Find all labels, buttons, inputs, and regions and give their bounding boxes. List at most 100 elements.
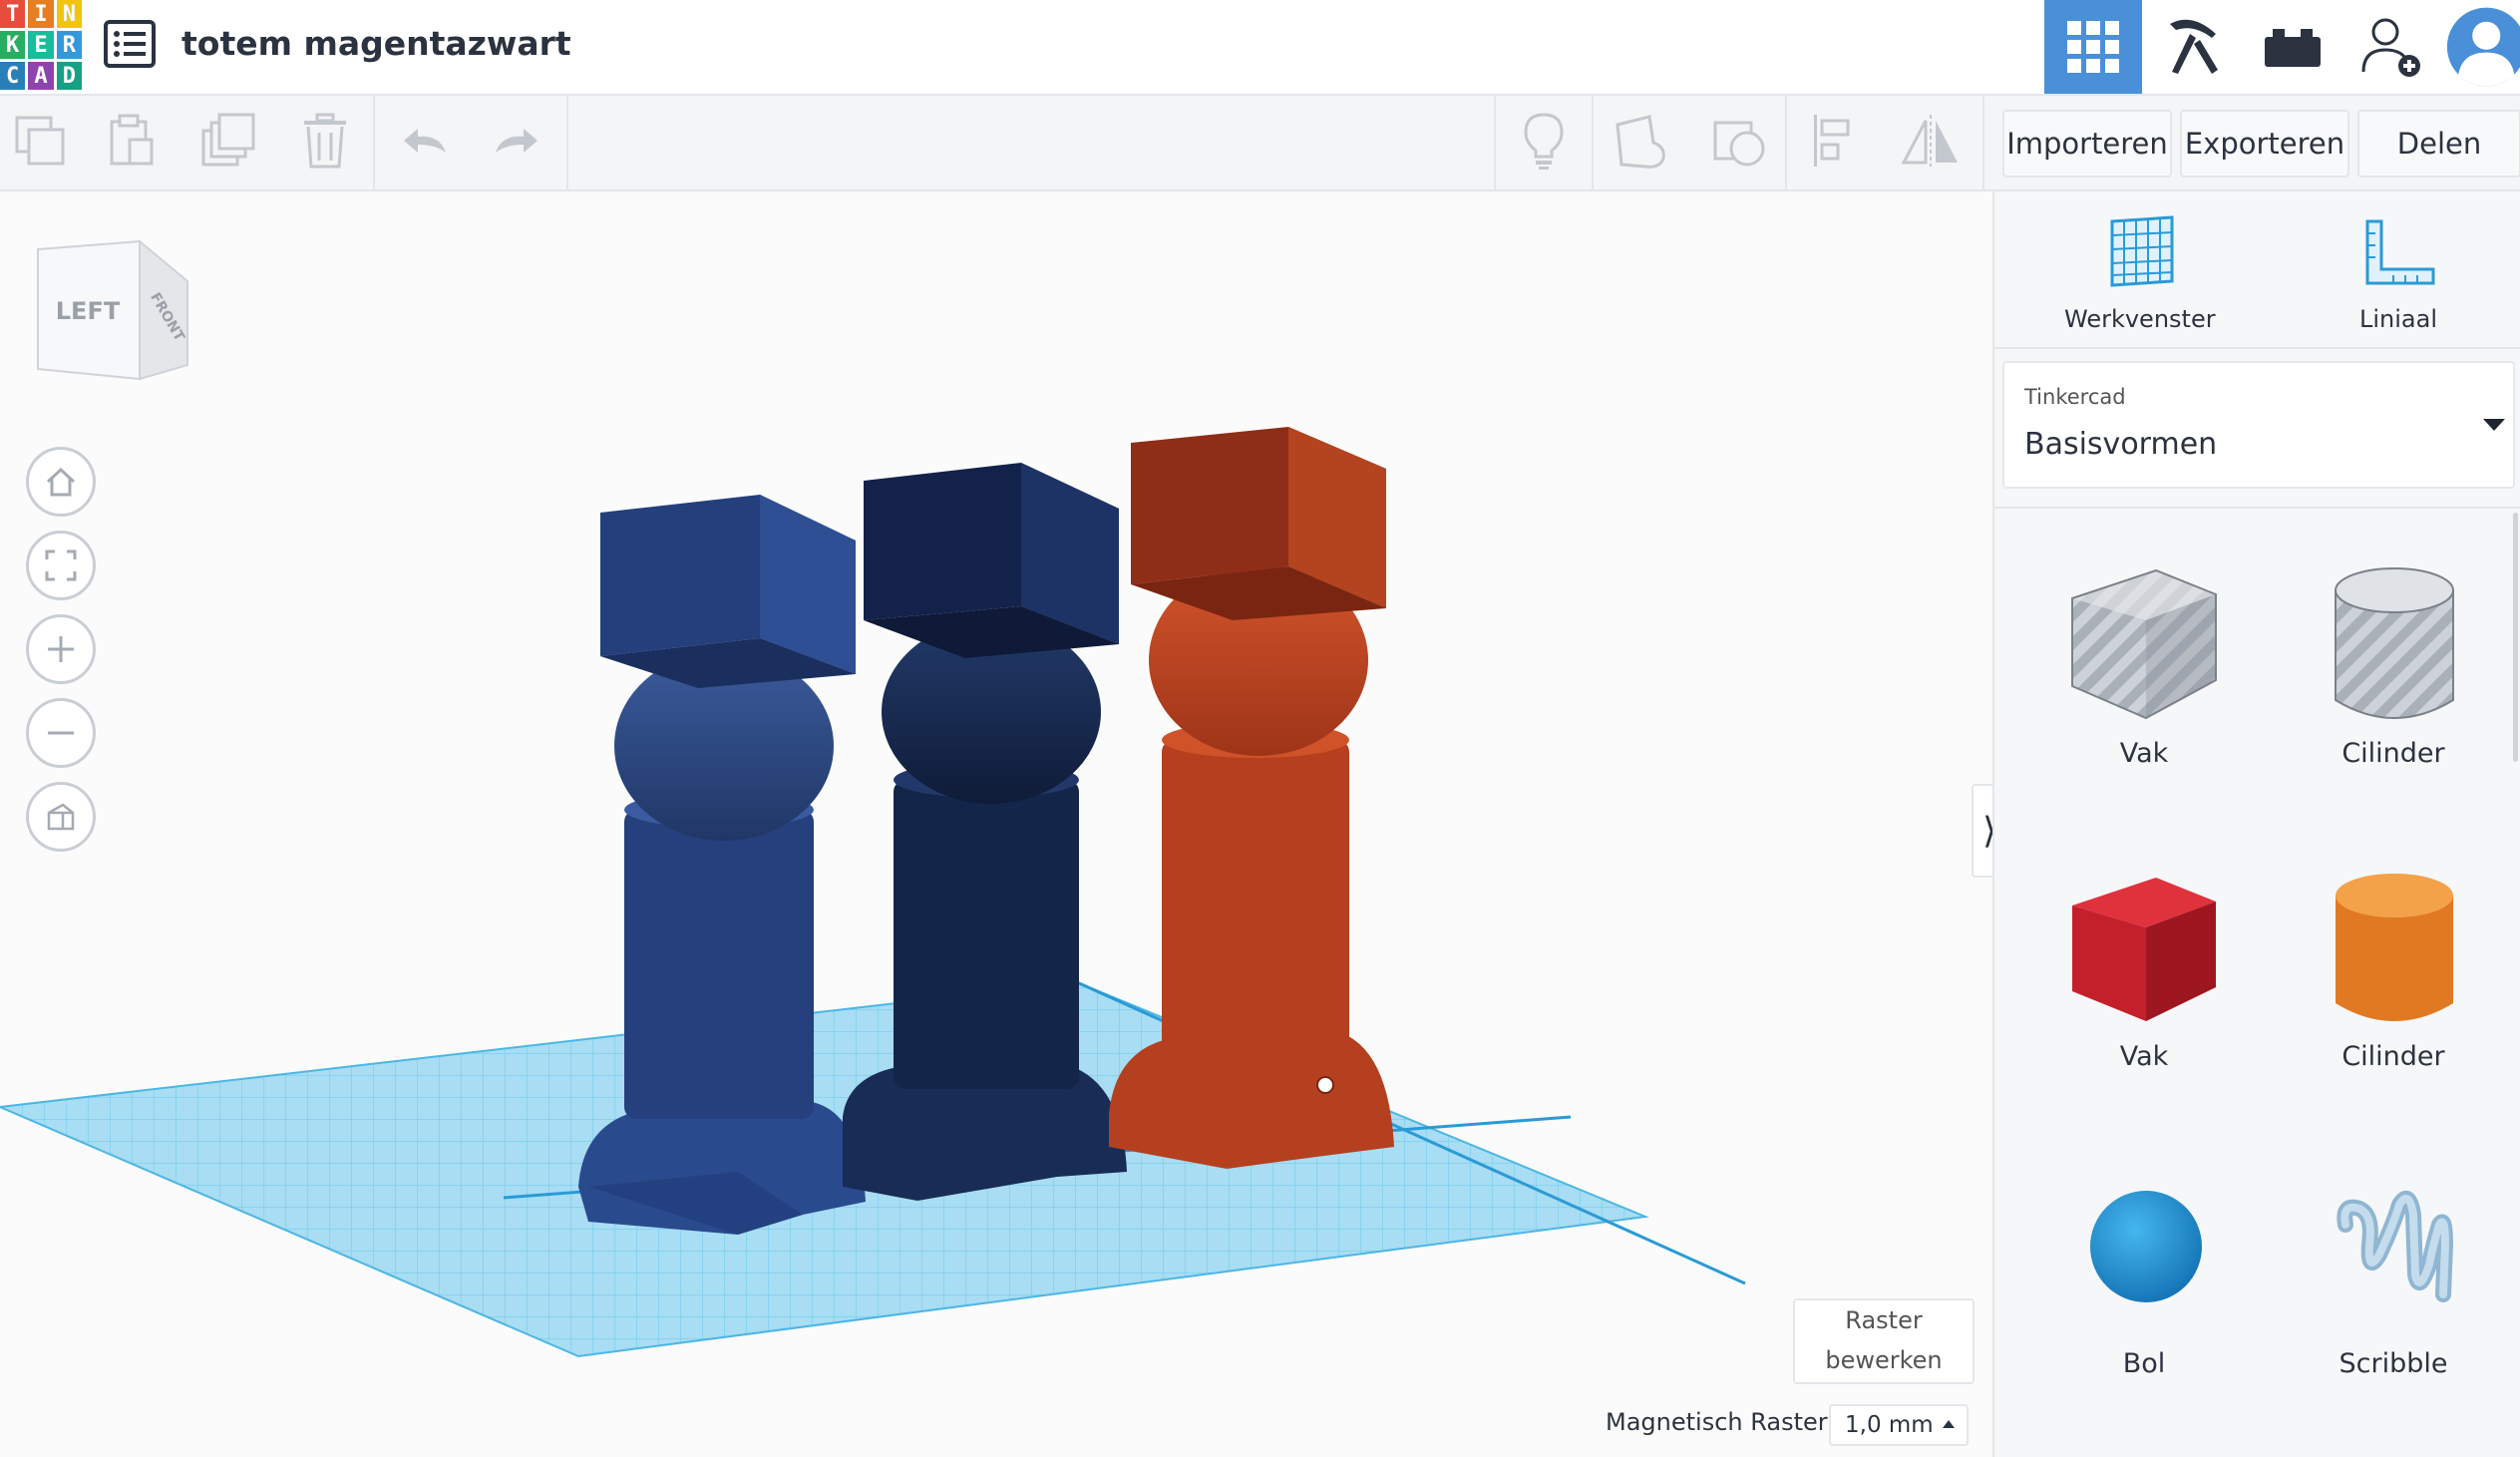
fullscreen-icon bbox=[45, 549, 77, 581]
toolbar-divider bbox=[1494, 96, 1496, 189]
codeblocks-view-button[interactable] bbox=[2144, 0, 2242, 94]
add-user-icon bbox=[2361, 18, 2420, 77]
zoom-out-button[interactable] bbox=[26, 698, 96, 768]
mirror-button[interactable] bbox=[1891, 96, 1971, 185]
profile-avatar[interactable] bbox=[2445, 0, 2520, 94]
shape-library-select[interactable]: Tinkercad Basisvormen bbox=[2002, 361, 2515, 489]
duplicate-button[interactable] bbox=[189, 96, 269, 185]
caret-up-icon bbox=[1943, 1420, 1955, 1428]
shape-label: Vak bbox=[2119, 738, 2169, 769]
view-cube-left-label: LEFT bbox=[56, 297, 121, 325]
redo-icon bbox=[496, 129, 538, 153]
logo-letter: R bbox=[56, 31, 82, 59]
fit-view-button[interactable] bbox=[26, 531, 96, 600]
cylinder-hole-icon bbox=[2335, 567, 2454, 719]
3d-viewport[interactable] bbox=[0, 191, 1992, 1457]
box-icon bbox=[2072, 878, 2216, 1021]
toolbar-divider bbox=[566, 96, 568, 189]
minus-icon bbox=[48, 731, 74, 735]
copy-icon bbox=[15, 116, 65, 166]
sphere-icon bbox=[2090, 1191, 2202, 1302]
solid-shape-icon bbox=[1616, 115, 1665, 169]
shape-label: Scribble bbox=[2339, 1348, 2448, 1379]
perspective-button[interactable] bbox=[26, 782, 96, 852]
design-menu-icon[interactable] bbox=[104, 20, 156, 68]
mirror-icon bbox=[1901, 115, 1958, 167]
copy-button[interactable] bbox=[0, 96, 80, 185]
box-hole-icon bbox=[2071, 568, 2217, 720]
dropdown-arrow-icon bbox=[2483, 419, 2505, 431]
totem-blue[interactable] bbox=[578, 495, 866, 1235]
snap-grid-label: Magnetisch Raster bbox=[1606, 1408, 1828, 1436]
shape-hole-button[interactable] bbox=[1699, 96, 1779, 185]
notes-button[interactable] bbox=[1504, 96, 1584, 185]
shape-box[interactable]: Vak bbox=[2044, 856, 2244, 1085]
undo-button[interactable] bbox=[385, 96, 465, 185]
logo-letter: E bbox=[28, 31, 54, 59]
panel-divider bbox=[1992, 347, 2520, 349]
export-button[interactable]: Exporteren bbox=[2180, 110, 2349, 178]
cylinder-icon bbox=[2336, 874, 2453, 1021]
toolbar-divider bbox=[1592, 96, 1594, 189]
redo-button[interactable] bbox=[477, 96, 556, 185]
toolbar-divider bbox=[1785, 96, 1787, 189]
shape-label: Cilinder bbox=[2341, 1041, 2445, 1072]
workplane-icon bbox=[2110, 215, 2174, 287]
ruler-tool[interactable]: Liniaal bbox=[2324, 209, 2473, 339]
ruler-icon bbox=[2365, 219, 2435, 285]
logo-letter: K bbox=[0, 31, 26, 59]
shape-label: Vak bbox=[2119, 1041, 2169, 1072]
paste-button[interactable] bbox=[92, 96, 172, 185]
grid-icon bbox=[2067, 21, 2119, 73]
bricks-view-button[interactable] bbox=[2244, 0, 2341, 94]
edit-grid-line1: Raster bbox=[1845, 1306, 1923, 1334]
align-icon bbox=[1814, 115, 1850, 167]
edit-grid-button[interactable]: Raster bewerken bbox=[1793, 1298, 1975, 1384]
shape-cylinder[interactable]: Cilinder bbox=[2294, 856, 2493, 1085]
panel-scrollbar[interactable] bbox=[2513, 513, 2518, 762]
lightbulb-icon bbox=[1524, 113, 1564, 170]
align-button[interactable] bbox=[1795, 96, 1875, 185]
shape-solid-button[interactable] bbox=[1602, 96, 1681, 185]
logo-letter: N bbox=[56, 0, 82, 28]
totem-red[interactable] bbox=[1109, 427, 1394, 1169]
shape-cylinder-hole[interactable]: Cilinder bbox=[2294, 548, 2493, 778]
avatar-icon bbox=[2446, 7, 2520, 87]
logo-letter: I bbox=[28, 0, 54, 28]
view-cube[interactable]: LEFT FRONT bbox=[30, 229, 193, 389]
pickaxe-icon bbox=[2170, 19, 2218, 74]
logo-letter: D bbox=[56, 62, 82, 90]
3d-design-view-button[interactable] bbox=[2044, 0, 2142, 94]
library-value: Basisvormen bbox=[2024, 427, 2218, 462]
plus-icon bbox=[48, 636, 74, 662]
paste-icon bbox=[110, 114, 154, 166]
home-view-button[interactable] bbox=[26, 447, 96, 517]
brick-icon bbox=[2265, 29, 2321, 67]
logo-letter: A bbox=[28, 62, 54, 90]
tinkercad-logo[interactable]: TIN KER CAD bbox=[0, 0, 82, 90]
shape-scribble[interactable]: Scribble bbox=[2294, 1167, 2493, 1396]
hole-shape-icon bbox=[1713, 121, 1765, 167]
zoom-in-button[interactable] bbox=[26, 614, 96, 684]
workplane-tool[interactable]: Werkvenster bbox=[2064, 209, 2216, 339]
import-button[interactable]: Importeren bbox=[2002, 110, 2172, 178]
invite-user-button[interactable] bbox=[2343, 0, 2441, 94]
toolbar-divider bbox=[373, 96, 375, 189]
undo-icon bbox=[404, 129, 446, 153]
snap-grid-select[interactable]: 1,0 mm bbox=[1829, 1404, 1969, 1446]
panel-divider bbox=[1992, 507, 2520, 509]
shape-label: Bol bbox=[2122, 1348, 2166, 1379]
snap-grid-value: 1,0 mm bbox=[1845, 1412, 1934, 1438]
share-button[interactable]: Delen bbox=[2357, 110, 2520, 178]
shape-box-hole[interactable]: Vak bbox=[2044, 548, 2244, 778]
logo-letter: C bbox=[0, 62, 26, 90]
shape-sphere[interactable]: Bol bbox=[2044, 1167, 2244, 1396]
totem-navy[interactable] bbox=[843, 463, 1127, 1201]
delete-button[interactable] bbox=[285, 96, 365, 185]
duplicate-icon bbox=[201, 113, 255, 167]
toolbar-divider bbox=[1982, 96, 1984, 189]
perspective-icon bbox=[47, 803, 75, 831]
library-caption: Tinkercad bbox=[2024, 385, 2126, 409]
design-title[interactable]: totem magentazwart bbox=[181, 24, 571, 63]
logo-letter: T bbox=[0, 0, 26, 28]
